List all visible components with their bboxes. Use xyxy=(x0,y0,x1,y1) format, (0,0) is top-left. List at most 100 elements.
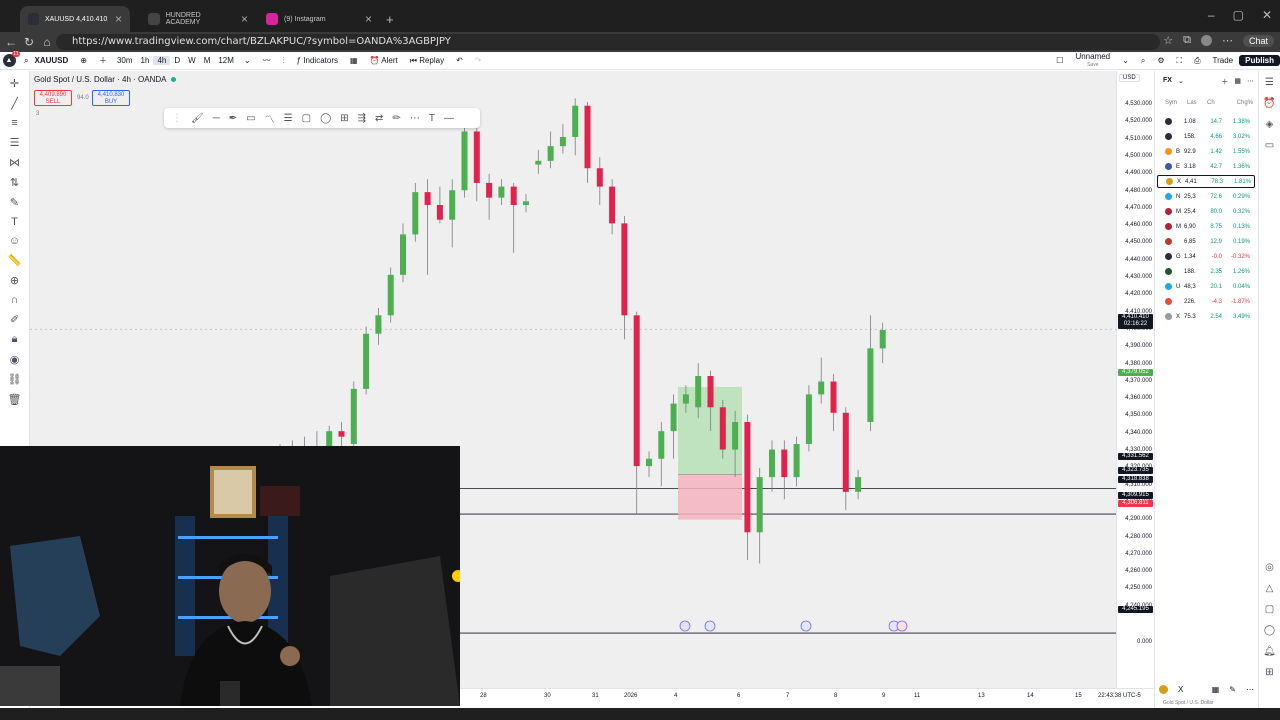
eye-icon[interactable]: ◉ xyxy=(10,353,20,366)
ellipse-tool-icon[interactable]: ◯ xyxy=(320,113,331,124)
indicator-count[interactable]: 3 xyxy=(36,111,39,117)
settings-icon[interactable]: ⚙ xyxy=(1151,56,1170,65)
text-tool-icon[interactable]: T xyxy=(429,113,435,124)
emoji-icon[interactable]: ☺ xyxy=(9,235,20,247)
watchlist-row[interactable]: 1.08 14.7 1.38% xyxy=(1157,115,1255,128)
watchlist-row[interactable]: M 25,4 80.0 0.32% xyxy=(1157,205,1255,218)
compare-icon[interactable]: ⊕ xyxy=(74,56,93,65)
buy-button[interactable]: 4,410.830 BUY xyxy=(92,90,130,106)
ideas-icon[interactable]: ◯ xyxy=(1264,625,1275,636)
pen-tool-icon[interactable]: ✒ xyxy=(229,113,237,124)
details-more-icon[interactable]: ⋯ xyxy=(1246,685,1254,694)
clock-timezone[interactable]: 22:43:38 UTC-5 xyxy=(1098,693,1141,699)
url-field[interactable]: https://www.tradingview.com/chart/BZLAKP… xyxy=(56,34,1160,50)
templates-icon[interactable]: ▦ xyxy=(344,56,364,65)
back-icon[interactable]: ← xyxy=(2,35,20,49)
frame-tool-icon[interactable]: ▢ xyxy=(302,113,311,124)
new-tab-button[interactable]: + xyxy=(386,12,394,27)
close-tab-icon[interactable]: × xyxy=(365,12,372,26)
fib-icon[interactable]: ☰ xyxy=(10,136,20,149)
currency-label[interactable]: USD xyxy=(1119,74,1140,82)
timeframe-m[interactable]: M xyxy=(200,56,215,65)
timeframe-30m[interactable]: 30m xyxy=(113,56,137,65)
extensions-icon[interactable]: ⧉ xyxy=(1183,34,1191,47)
add-symbol-icon[interactable]: ＋ xyxy=(1221,77,1228,87)
maximize-icon[interactable]: ▢ xyxy=(1233,8,1244,22)
indicators-button[interactable]: ƒ Indicators xyxy=(291,56,344,65)
minimize-icon[interactable]: – xyxy=(1208,8,1215,22)
calendar-icon[interactable]: ▢ xyxy=(1265,604,1274,615)
timeframe-1h[interactable]: 1h xyxy=(137,56,154,65)
symbol-search-icon[interactable]: ⌕ xyxy=(18,56,34,66)
path-tool-icon[interactable]: 〽 xyxy=(265,111,275,126)
layout-dropdown-icon[interactable]: ⌄ xyxy=(1116,56,1135,65)
ruler-icon[interactable]: 📏 xyxy=(8,254,22,267)
menu-icon[interactable]: ⋯ xyxy=(1222,34,1233,47)
rectangle-tool-icon[interactable]: ▭ xyxy=(246,113,255,124)
hline-tool-icon[interactable]: — xyxy=(444,113,454,124)
bookmark-star-icon[interactable]: ☆ xyxy=(1163,34,1173,47)
pattern-icon[interactable]: ⋈ xyxy=(9,156,20,169)
pencil-lock-icon[interactable]: ✐ xyxy=(10,313,19,326)
timeframe-4h[interactable]: 4h xyxy=(153,56,171,65)
layout-name[interactable]: Unnamed Save xyxy=(1069,52,1116,69)
link-icon[interactable]: ⛓ xyxy=(8,373,22,386)
line-tool-icon[interactable]: ─ xyxy=(213,113,220,124)
alerts-icon[interactable]: ⏰ xyxy=(1263,98,1275,109)
watchlist-row[interactable]: X 4,41 78.3 1.81% xyxy=(1157,175,1255,188)
watchlist-icon[interactable]: ☰ xyxy=(1265,77,1274,88)
tradingview-logo[interactable]: ▲ 11 xyxy=(0,51,20,70)
home-icon[interactable]: ⌂ xyxy=(38,35,56,49)
chat-button[interactable]: Chat xyxy=(1242,34,1274,47)
watchlist-row[interactable]: 188. 2.35 1.26% xyxy=(1157,265,1255,278)
trade-button[interactable]: Trade xyxy=(1207,56,1240,65)
zoom-icon[interactable]: ⊕ xyxy=(10,274,19,287)
measure-icon[interactable]: ⇅ xyxy=(10,176,19,189)
hotlist-icon[interactable]: △ xyxy=(1266,583,1274,594)
browser-tab-hundred-academy[interactable]: HUNDRED ACADEMY × xyxy=(140,6,256,32)
browser-tab-instagram[interactable]: (9) Instagram × xyxy=(258,6,380,32)
replay-button[interactable]: ⏮ Replay xyxy=(404,56,450,66)
position-tool-icon[interactable]: ⊞ xyxy=(340,113,348,124)
watchlist-row[interactable]: N 25,3 72.6 0.29% xyxy=(1157,190,1255,203)
watchlist-row[interactable]: 226. -4.3 -1.87% xyxy=(1157,295,1255,308)
layout-checkbox[interactable]: ☐ xyxy=(1050,56,1069,65)
trendline-icon[interactable]: ╱ xyxy=(11,97,18,110)
fullscreen-icon[interactable]: ⛶ xyxy=(1170,56,1188,66)
watchlist-row[interactable]: 6,85 12.9 0.19% xyxy=(1157,235,1255,248)
redo-icon[interactable]: ↷ xyxy=(469,56,488,65)
reload-icon[interactable]: ↻ xyxy=(20,35,38,49)
layers-icon[interactable]: ◈ xyxy=(1266,119,1274,130)
watchlist-row[interactable]: G 1.34 -0.0 -0.32% xyxy=(1157,250,1255,263)
edit-icon[interactable]: ✎ xyxy=(1229,685,1236,694)
screen-icon[interactable]: ▭ xyxy=(1265,140,1274,151)
trash-icon[interactable]: 🗑︎ xyxy=(8,393,22,406)
watchlist-row[interactable]: X 75.3 2.54 3.49% xyxy=(1157,310,1255,323)
watchlist-row[interactable]: B 92.9 1.42 1.55% xyxy=(1157,145,1255,158)
timeframe-dropdown-icon[interactable]: ⌄ xyxy=(238,56,257,65)
dotted-tool-icon[interactable]: ⋯ xyxy=(410,113,420,124)
symbol-name[interactable]: XAUUSD xyxy=(34,56,74,65)
lines-tool-icon[interactable]: ☰ xyxy=(284,113,293,124)
watchlist-row[interactable]: 158. 4.66 3.02% xyxy=(1157,130,1255,143)
notifications-icon[interactable]: 🔔︎ xyxy=(1263,646,1276,657)
add-icon[interactable]: ＋ xyxy=(93,55,113,66)
close-tab-icon[interactable]: × xyxy=(241,12,248,26)
fib-tool-icon[interactable]: ⇶ xyxy=(358,113,366,124)
chart-type-icon[interactable]: 〰 xyxy=(257,55,277,66)
browser-tab-tradingview[interactable]: XAUUSD 4,410.410 ▲ +1.81% Unn... × xyxy=(20,6,130,32)
close-window-icon[interactable]: ✕ xyxy=(1262,8,1272,22)
timeframe-w[interactable]: W xyxy=(184,56,200,65)
search-icon[interactable]: ⌕ xyxy=(1135,56,1151,66)
watchlist-row[interactable]: E 3.18 42.7 1.36% xyxy=(1157,160,1255,173)
crosshair-icon[interactable]: ✛ xyxy=(10,77,19,90)
text-icon[interactable]: T xyxy=(11,216,18,228)
arrows-tool-icon[interactable]: ⇄ xyxy=(375,113,383,124)
watchlist-row[interactable]: M 6,90 8.75 0.13% xyxy=(1157,220,1255,233)
brush-tool-icon[interactable]: 🖌︎ xyxy=(191,113,204,124)
timeframe-d[interactable]: D xyxy=(170,56,184,65)
alert-button[interactable]: ⏰ Alert xyxy=(364,56,404,65)
close-tab-icon[interactable]: × xyxy=(115,12,122,26)
advanced-view-icon[interactable]: ▦ xyxy=(1234,77,1241,87)
pencil-tool-icon[interactable]: ✏ xyxy=(392,113,400,124)
